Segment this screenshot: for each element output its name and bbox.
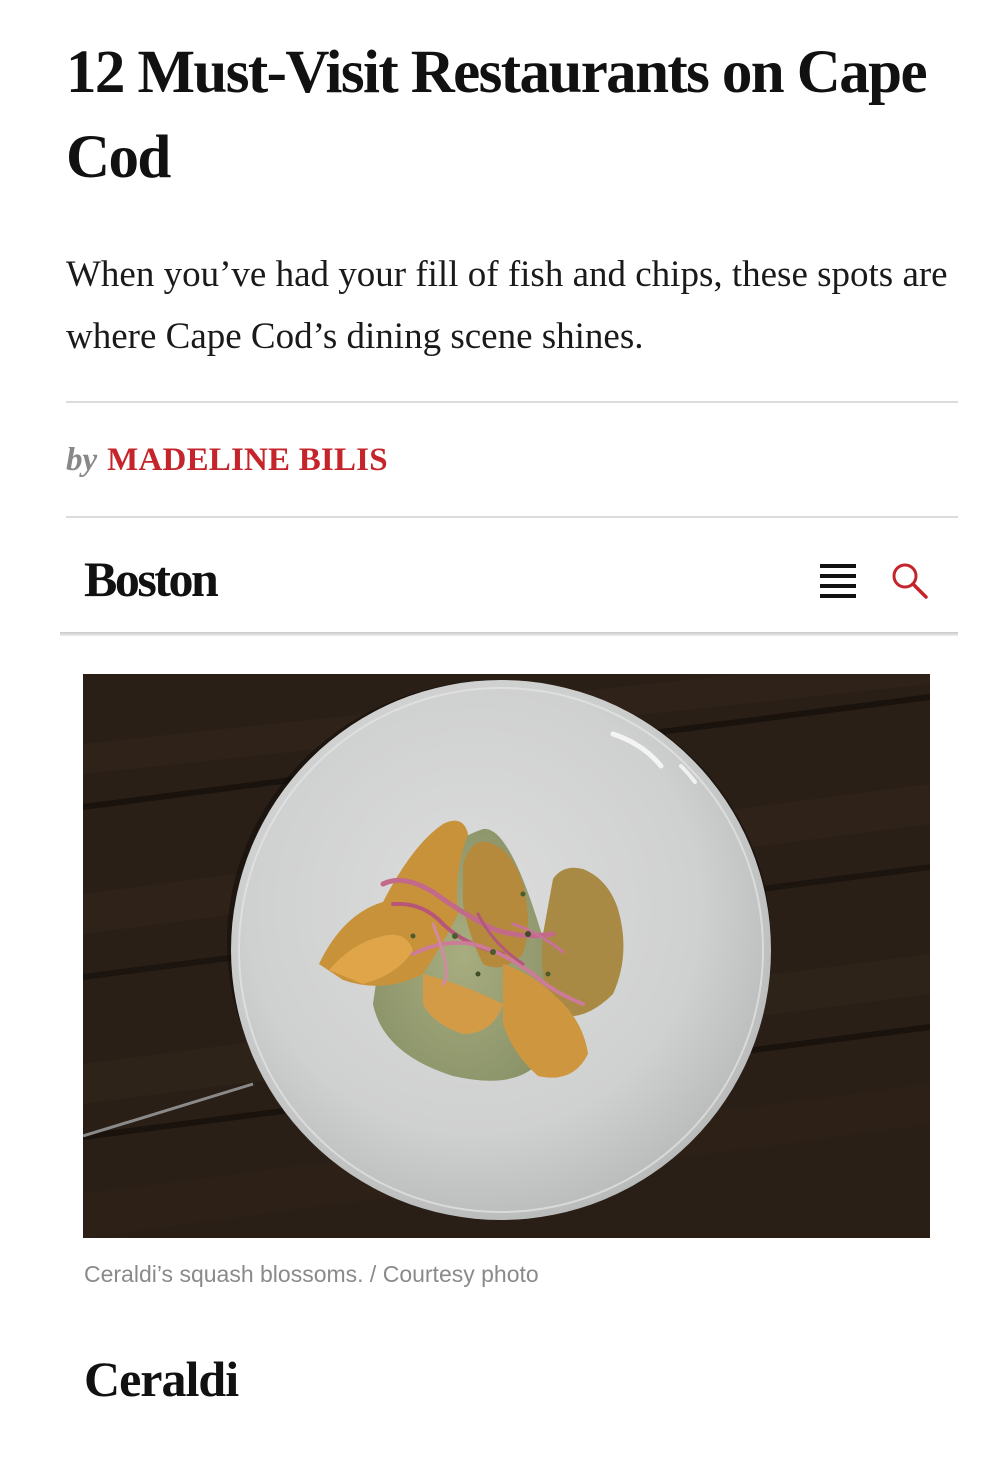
search-icon[interactable] (888, 560, 932, 600)
site-header: Boston (60, 526, 958, 634)
divider (66, 516, 958, 518)
photo-caption: Ceraldi’s squash blossoms. / Courtesy ph… (84, 1261, 539, 1287)
author-link[interactable]: MADELINE BILIS (107, 442, 388, 478)
header-shadow (60, 632, 958, 636)
restaurant-title: Ceraldi (84, 1351, 239, 1407)
boston-logo[interactable]: Boston (84, 548, 219, 610)
article-dek: When you’ve had your fill of fish and ch… (66, 254, 948, 357)
byline-prefix: by (66, 442, 98, 478)
article-headline: 12 Must-Visit Restaurants on Cape Cod (66, 39, 928, 191)
hamburger-menu-icon[interactable] (820, 564, 856, 598)
squash-blossoms-photo (83, 674, 930, 1238)
divider (66, 401, 958, 403)
byline: by MADELINE BILIS (66, 436, 388, 484)
